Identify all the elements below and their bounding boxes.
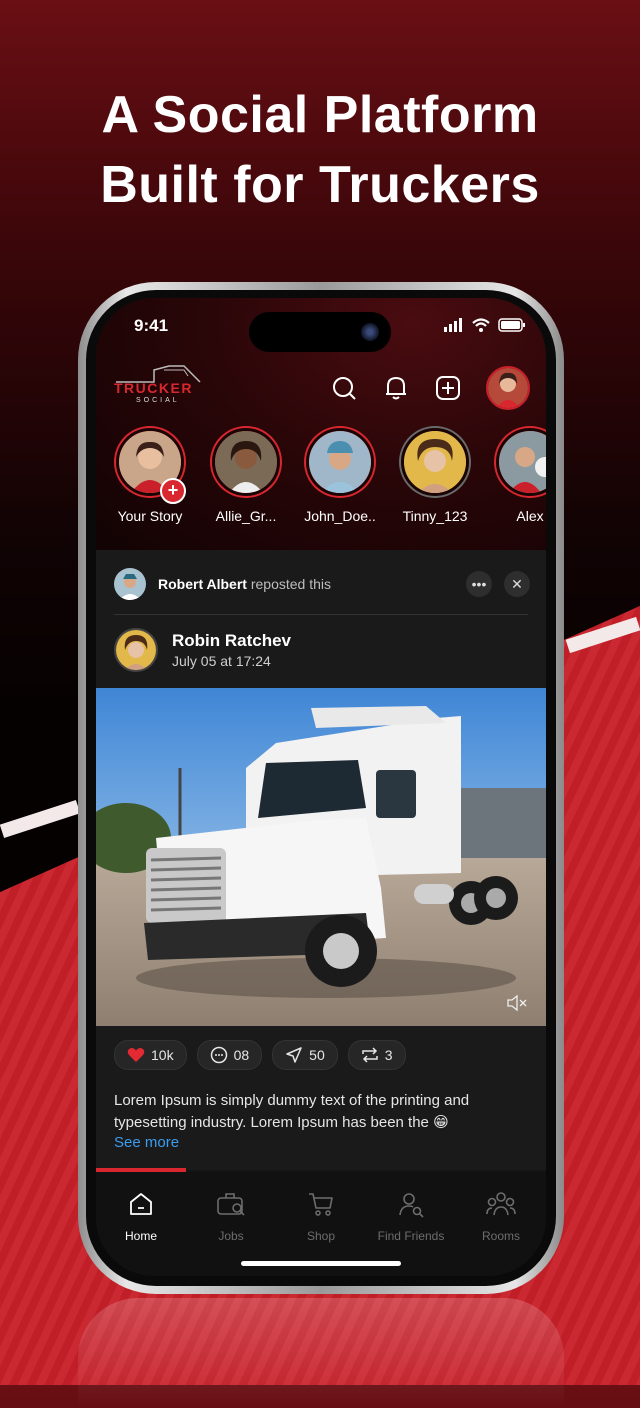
home-icon [130,1193,152,1215]
share-button[interactable]: 50 [272,1040,338,1070]
add-story-icon[interactable]: + [160,478,186,504]
headline: A Social Platform Built for Truckers [0,80,640,220]
add-post-button[interactable] [434,374,462,402]
story-tinny[interactable]: Tinny_123 [395,426,475,524]
like-button[interactable]: 10k [114,1040,187,1070]
profile-avatar[interactable] [486,366,530,410]
more-icon: ••• [471,576,487,592]
headline-line-1: A Social Platform [101,86,539,144]
phone-reflection [78,1298,564,1408]
repost-button[interactable]: 3 [347,1040,406,1070]
story-ring [399,426,471,498]
repost-icon [361,1047,378,1063]
notifications-button[interactable] [382,374,410,402]
story-label: Your Story [117,508,183,524]
repost-avatar[interactable] [114,568,146,600]
heart-icon [127,1048,145,1062]
story-your-story[interactable]: + Your Story [110,426,190,524]
tab-rooms[interactable]: Rooms [456,1190,546,1243]
signal-icon [444,318,462,332]
shares-count: 50 [309,1047,325,1063]
tab-label: Find Friends [377,1229,445,1243]
tab-find-friends[interactable]: Find Friends [366,1190,456,1243]
search-button[interactable] [330,374,358,402]
post-actions: 10k 08 50 3 [114,1040,406,1070]
tab-label: Shop [306,1229,336,1243]
tab-label: Jobs [218,1229,244,1243]
briefcase-search-icon [217,1193,245,1216]
rooms-icon [486,1192,516,1216]
divider [114,614,528,615]
bell-icon [386,376,406,400]
repost-text: Robert Albert reposted this [158,576,331,592]
add-post-icon [436,376,460,400]
tab-shop[interactable]: Shop [276,1190,366,1243]
close-icon: ✕ [511,575,523,592]
tab-home[interactable]: Home [96,1190,186,1243]
post-date: July 05 at 17:24 [172,653,271,669]
story-label: John_Doe.. [304,508,376,524]
repost-action: reposted this [250,576,331,592]
cart-icon [309,1193,333,1216]
search-icon [333,377,356,400]
story-ring [210,426,282,498]
post-author: Robin Ratchev July 05 at 17:24 [114,628,291,672]
send-icon [286,1047,302,1063]
story-ring [304,426,376,498]
story-allie[interactable]: Allie_Gr... [206,426,286,524]
tab-jobs[interactable]: Jobs [186,1190,276,1243]
battery-icon [498,318,525,332]
likes-count: 10k [151,1047,174,1063]
tab-label: Rooms [481,1229,520,1243]
stories-row: + Your Story Allie_Gr... John_Doe.. Tinn… [96,426,546,536]
post-caption: Lorem Ipsum is simply dummy text of the … [114,1092,470,1131]
trucker-social-logo[interactable]: TRUCKER SOCIAL [114,360,204,404]
post-image[interactable] [96,688,546,1026]
camera-icon [361,323,379,341]
dynamic-island [249,312,391,352]
comment-button[interactable]: 08 [196,1040,263,1070]
story-ring [494,426,546,498]
header-actions [330,366,530,410]
home-indicator [241,1261,401,1266]
phone-screen: 9:41 TRUCKER SOCIAL + Your Story Allie_G… [96,298,546,1276]
more-options-button[interactable]: ••• [466,571,492,597]
repost-header: Robert Albert reposted this ••• ✕ [114,564,530,604]
logo-subtext: SOCIAL [136,397,180,404]
mute-icon[interactable] [506,994,528,1012]
story-john[interactable]: John_Doe.. [300,426,380,524]
wifi-icon [472,318,490,332]
logo-text: TRUCKER [114,380,193,396]
reposts-count: 3 [384,1047,393,1063]
story-label: Alex [516,508,544,524]
repost-user[interactable]: Robert Albert [158,576,247,592]
comments-count: 08 [233,1047,250,1063]
find-friends-icon [399,1193,424,1218]
story-label: Tinny_123 [402,508,468,524]
white-brush-left [0,799,81,839]
see-more-link[interactable]: See more [114,1134,179,1151]
author-name[interactable]: Robin Ratchev [172,631,291,651]
bottom-tab-bar: Home Jobs Shop Find Friends Rooms [96,1172,546,1276]
dismiss-button[interactable]: ✕ [504,571,530,597]
status-icons [444,318,526,332]
status-time: 9:41 [134,316,169,335]
post-card: Robert Albert reposted this ••• ✕ Robin … [96,550,546,1170]
tab-label: Home [124,1229,157,1243]
story-alex[interactable]: Alex [490,426,546,524]
author-avatar[interactable] [114,628,158,672]
comment-icon [210,1046,227,1064]
story-label: Allie_Gr... [215,508,277,524]
headline-line-2: Built for Truckers [100,156,540,214]
